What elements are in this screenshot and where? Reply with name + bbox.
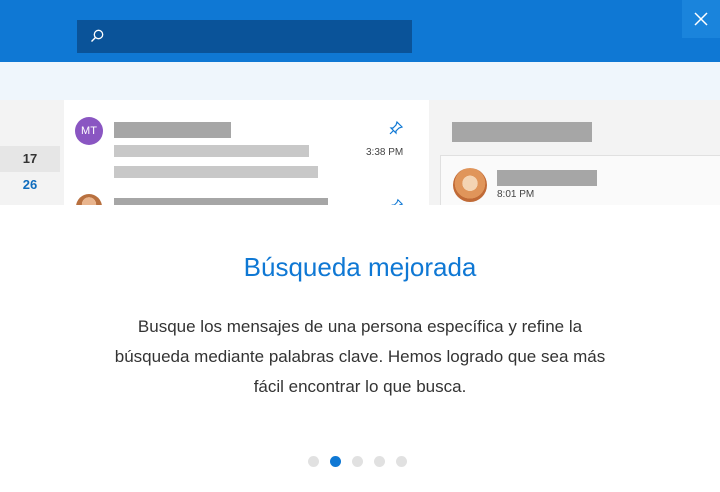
message-time: 3:38 PM bbox=[366, 147, 404, 158]
sender-placeholder bbox=[114, 198, 328, 205]
snippet-placeholder bbox=[114, 166, 318, 178]
feature-dialog: Búsqueda mejorada Busque los mensajes de… bbox=[0, 205, 720, 492]
sender-placeholder bbox=[114, 122, 231, 138]
message-card: 8:01 PM bbox=[440, 155, 720, 205]
avatar bbox=[76, 194, 102, 205]
dialog-description: Busque los mensajes de una persona espec… bbox=[114, 317, 606, 396]
message-time: 8:01 PM bbox=[497, 189, 535, 200]
avatar: MT bbox=[75, 117, 103, 145]
preview-illustration: 17 26 MT 3:38 PM 8:01 PM bbox=[0, 100, 720, 205]
avatar bbox=[453, 168, 487, 202]
toolbar-strip bbox=[0, 62, 720, 100]
dialog-title: Búsqueda mejorada bbox=[243, 252, 477, 282]
reading-pane: 8:01 PM bbox=[432, 100, 720, 205]
subject-placeholder bbox=[114, 145, 309, 157]
page-dot-active[interactable] bbox=[330, 456, 341, 467]
search-icon bbox=[91, 29, 104, 42]
page-dot[interactable] bbox=[396, 456, 407, 467]
date-label: 17 bbox=[0, 146, 60, 172]
date-column: 17 26 bbox=[0, 100, 62, 205]
page-dot[interactable] bbox=[308, 456, 319, 467]
search-input[interactable] bbox=[77, 20, 412, 53]
pin-icon bbox=[391, 198, 404, 205]
date-label-selected: 26 bbox=[22, 177, 38, 192]
pagination-dots bbox=[308, 456, 418, 468]
page-dot[interactable] bbox=[352, 456, 363, 467]
subject-placeholder bbox=[452, 122, 592, 142]
pin-icon bbox=[389, 120, 404, 135]
sender-placeholder bbox=[497, 170, 597, 186]
top-bar bbox=[0, 0, 720, 62]
close-icon bbox=[694, 12, 708, 26]
page-dot[interactable] bbox=[374, 456, 385, 467]
message-list: MT 3:38 PM bbox=[64, 100, 429, 205]
close-button[interactable] bbox=[682, 0, 720, 38]
